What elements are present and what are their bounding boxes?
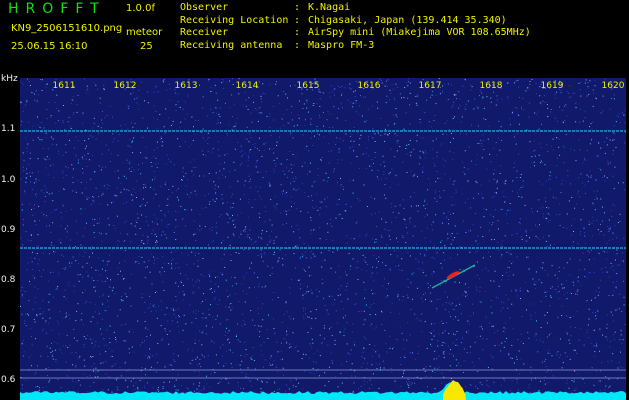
app-title: HROFFT: [8, 1, 106, 17]
info-value: Chigasaki, Japan (139.414 35.340): [308, 14, 507, 26]
filename-label: KN9_2506151610.png: [11, 23, 123, 34]
signal-level-band: [20, 382, 626, 400]
time-tick-label: 1614: [235, 81, 259, 91]
time-tick-label: 1615: [296, 81, 320, 91]
frequency-tick-label: 1.1: [1, 124, 16, 134]
info-sep: :: [294, 14, 301, 26]
info-sep: :: [294, 27, 301, 38]
time-tick-label: 1620: [601, 81, 625, 91]
time-tick-label: 1617: [418, 81, 442, 91]
version-label: 1.0.0f: [126, 3, 155, 14]
frequency-unit-label: kHz: [1, 74, 18, 84]
info-value: AirSpy mini (Miakejima VOR 108.65MHz): [308, 27, 531, 38]
datetime-label: 25.06.15 16:10: [11, 41, 88, 52]
time-tick-label: 1612: [113, 81, 137, 91]
time-tick-label: 1618: [479, 81, 503, 91]
frequency-tick-label: 0.8: [1, 275, 16, 285]
frequency-tick-label: 0.7: [1, 325, 16, 335]
spectrogram-canvas[interactable]: [20, 78, 626, 400]
info-sep: :: [294, 39, 301, 51]
info-key: Receiving antenna: [180, 39, 283, 51]
frequency-tick-label: 0.6: [1, 375, 16, 385]
meteor-echo: [446, 271, 460, 279]
info-key: Receiving Location: [180, 14, 289, 26]
frequency-tick-label: 0.9: [1, 225, 16, 235]
frequency-tick-label: 1.0: [1, 175, 16, 185]
info-row-antenna: Receiving antenna: Maspro FM-3: [180, 40, 531, 53]
info-key: Receiver: [180, 27, 229, 38]
meteor-count-value: 25: [140, 41, 153, 52]
time-tick-label: 1611: [52, 81, 76, 91]
info-sep: :: [294, 2, 301, 13]
info-row-receiver: Receiver: AirSpy mini (Miakejima VOR 108.…: [180, 27, 531, 40]
station-info: Observer: K.Nagai Receiving Location: Chig…: [180, 2, 531, 52]
info-row-observer: Observer: K.Nagai: [180, 2, 531, 15]
meteor-count-label: meteor: [126, 27, 163, 38]
header: HROFFT 1.0.0f KN9_2506151610.png meteor …: [0, 0, 629, 78]
info-key: Observer: [180, 2, 229, 13]
noise-field: [20, 78, 626, 400]
time-tick-label: 1613: [174, 81, 198, 91]
info-value: K.Nagai: [308, 2, 351, 13]
info-row-location: Receiving Location: Chigasaki, Japan (139…: [180, 15, 531, 28]
spectrogram-svg: [20, 78, 626, 400]
time-tick-label: 1616: [357, 81, 381, 91]
meteor-burst-level: [443, 380, 466, 400]
time-tick-label: 1619: [540, 81, 564, 91]
info-value: Maspro FM-3: [308, 39, 375, 51]
